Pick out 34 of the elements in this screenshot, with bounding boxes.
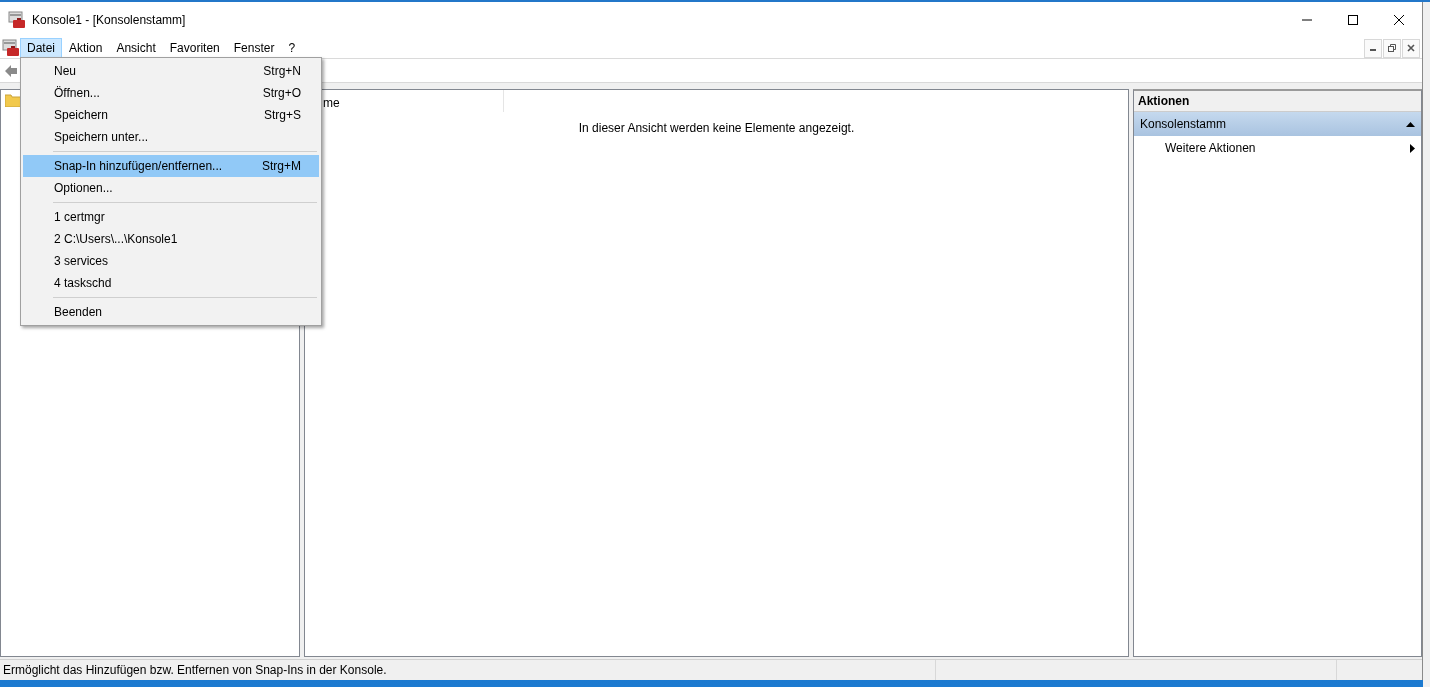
menu-entry[interactable]: Beenden [23, 301, 319, 323]
menu-item[interactable]: Aktion [62, 38, 110, 58]
section-header[interactable]: Konsolenstamm [1134, 112, 1421, 136]
menu-entry[interactable]: Snap-In hinzufügen/entfernen... Strg+M [23, 155, 319, 177]
back-arrow-icon[interactable] [4, 63, 18, 78]
menu-item[interactable]: ? [281, 38, 303, 58]
empty-message: In dieser Ansicht werden keine Elemente angezeigt. [578, 121, 855, 135]
collapse-icon [1406, 121, 1415, 127]
maximize-icon [1348, 15, 1358, 25]
menu-item[interactable]: Datei [20, 38, 62, 58]
window-title: Konsole1 - [Konsolenstamm] [32, 13, 186, 27]
menu-entry[interactable]: Neu Strg+N [23, 60, 319, 82]
menu-item[interactable]: Fenster [226, 38, 282, 58]
app-icon [8, 11, 26, 29]
restore-icon [1388, 44, 1396, 52]
restore-button[interactable] [1383, 38, 1401, 58]
actions-title: Aktionen [1134, 91, 1421, 112]
close-icon [1394, 15, 1404, 25]
menu-item[interactable]: Favoriten [162, 38, 227, 58]
menu-entry[interactable]: 4 taskschd [23, 272, 319, 294]
menu-entry[interactable]: 3 services [23, 250, 319, 272]
menu-entry[interactable]: 2 C:\Users\...\Konsole1 [23, 228, 319, 250]
menu-item[interactable]: Ansicht [109, 38, 163, 58]
console-menu-icon[interactable] [2, 39, 20, 57]
menu-entry[interactable]: Speichern unter... [23, 126, 319, 148]
submenu-arrow-icon [1410, 143, 1415, 153]
close-icon [1407, 44, 1415, 52]
folder-icon [5, 94, 21, 107]
action-item[interactable]: Weitere Aktionen [1134, 136, 1421, 160]
menu-entry[interactable]: 1 certmgr [23, 206, 319, 228]
minimize-button[interactable] [1364, 38, 1382, 58]
status-text: Ermöglicht das Hinzufügen bzw. Entfernen von Snap-Ins in der Konsole. [2, 662, 388, 679]
close-button[interactable] [1402, 38, 1420, 58]
menu-entry[interactable]: Optionen... [23, 177, 319, 199]
